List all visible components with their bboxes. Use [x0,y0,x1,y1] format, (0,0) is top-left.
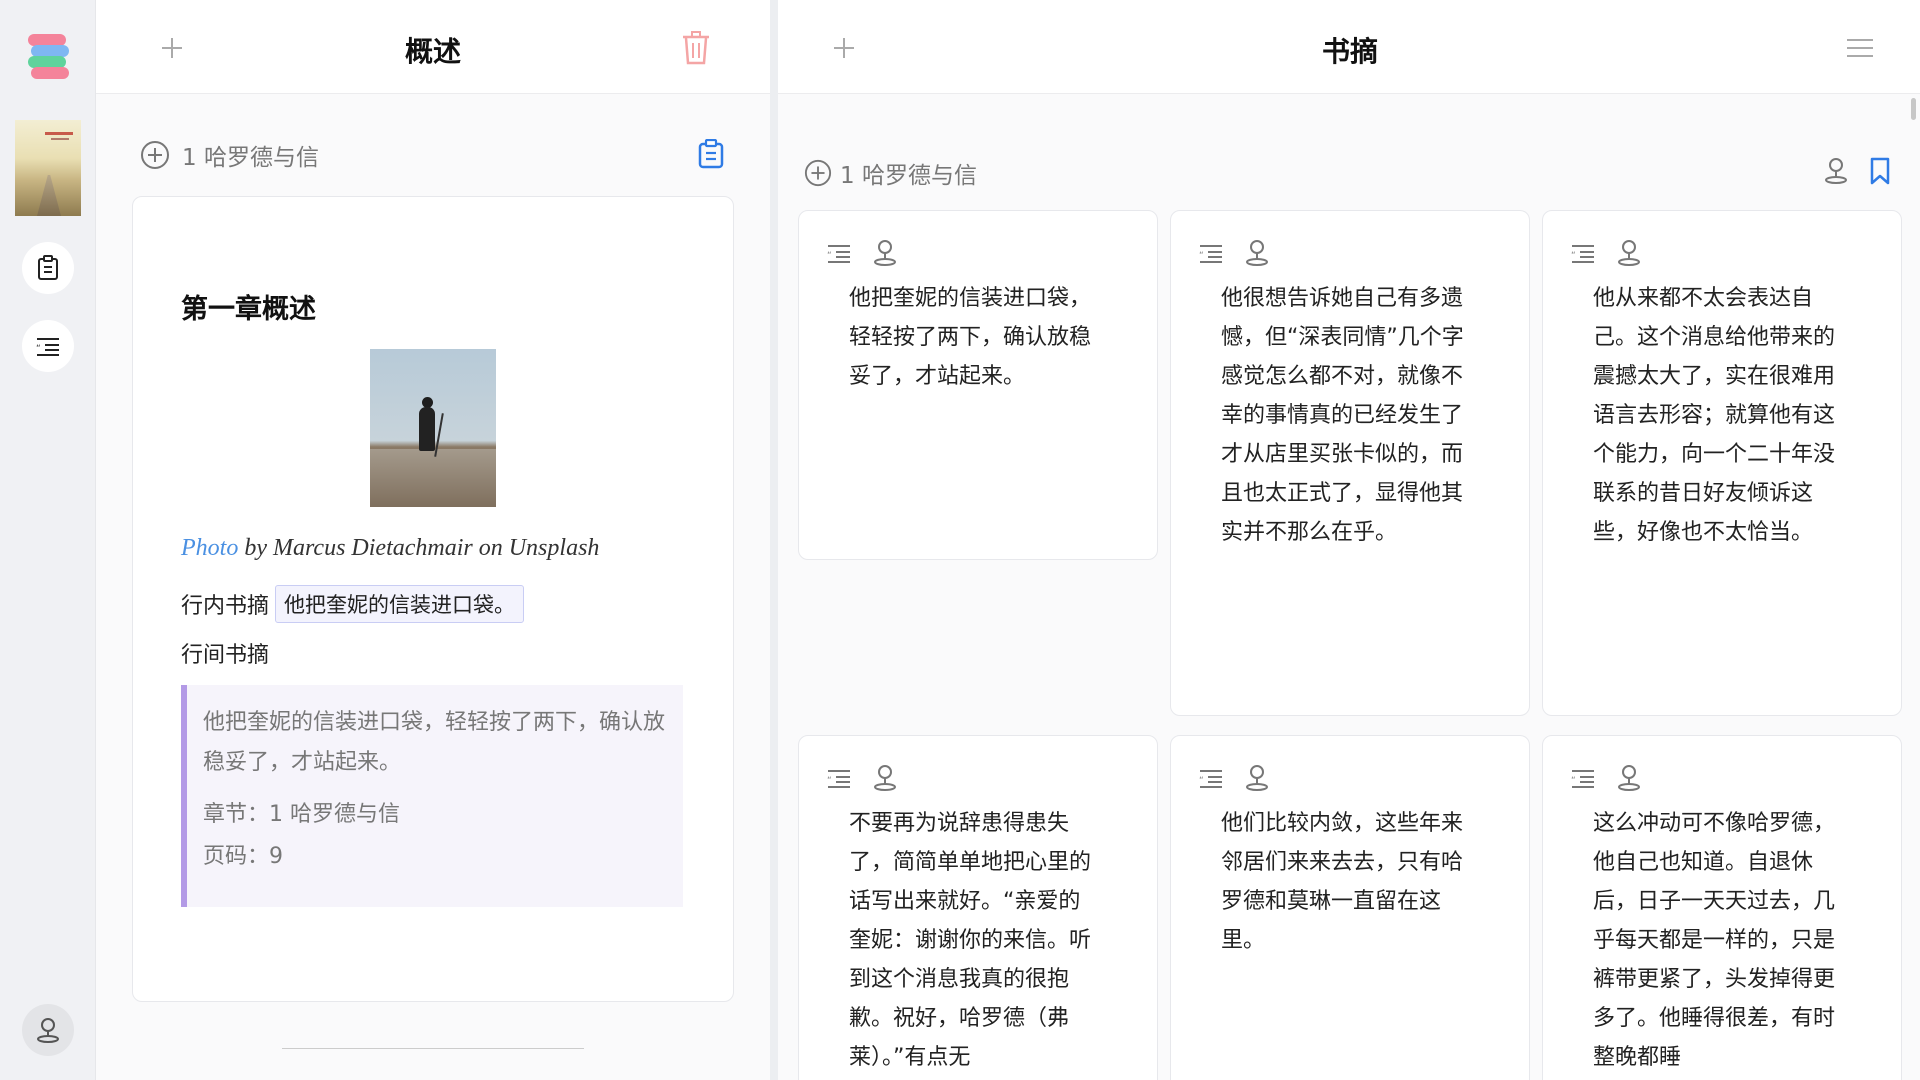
excerpts-chapter-label: 1 哈罗德与信 [840,163,977,189]
photo-credit: by Marcus Dietachmair on Unsplash [238,535,600,561]
excerpt-card[interactable]: “ 他们比较内敛，这些年来邻居们来来去去，只有哈罗德和莫琳一直留在这里。 [1170,735,1530,1080]
summary-header: 概述 [96,0,770,94]
user-icon [1825,158,1847,184]
summary-card[interactable]: 第一章概述 Photo by Marcus Dietachmair on Uns… [132,196,734,1002]
excerpts-nav-button[interactable]: “ [22,320,74,372]
app-logo[interactable] [28,34,69,86]
photo-link[interactable]: Photo [181,535,238,561]
svg-text:“: “ [827,776,832,786]
excerpts-title: 书摘 [1321,35,1378,68]
scrollbar-thumb[interactable] [1911,98,1916,120]
excerpt-card[interactable]: “ 他很想告诉她自己有多遗憾，但“深表同情”几个字感觉怎么都不对，就像不幸的事情… [1170,210,1530,716]
excerpt-card[interactable]: “ 他把奎妮的信装进口袋，轻轻按了两下，确认放稳妥了，才站起来。 [798,210,1158,560]
block-excerpt-label: 行间书摘 [181,643,270,668]
add-circle-icon[interactable] [140,140,170,170]
trash-icon [683,31,709,65]
summary-nav-button[interactable] [22,242,74,294]
block-excerpt-quote[interactable]: 他把奎妮的信装进口袋，轻轻按了两下，确认放稳妥了，才站起来。 章节：1 哈罗德与… [181,685,683,907]
user-icon[interactable] [1245,764,1269,792]
user-icon[interactable] [873,239,897,267]
chapter-user-button[interactable] [1822,156,1850,186]
block-excerpt-chapter: 章节：1 哈罗德与信 [203,802,400,827]
summary-chapter-row[interactable]: 1 哈罗德与信 [140,138,319,172]
excerpts-pane: 书摘 1 哈罗德与信 “ 他把奎妮的信装进口袋，轻轻按了两下，确认放稳妥了，才站… [778,0,1920,1080]
delete-button[interactable] [676,28,716,68]
add-excerpt-button[interactable] [826,30,862,66]
excerpts-chapter-row[interactable]: 1 哈罗德与信 [804,156,977,190]
book-cover[interactable] [15,120,81,216]
excerpt-text: 他把奎妮的信装进口袋，轻轻按了两下，确认放稳妥了，才站起来。 [849,286,1092,389]
inline-excerpt-quote[interactable]: 他把奎妮的信装进口袋。 [275,585,525,623]
user-icon [37,1018,59,1043]
summary-heading: 第一章概述 [181,294,316,325]
inline-excerpt-label: 行内书摘 [181,594,270,619]
block-excerpt-page: 页码：9 [203,844,283,869]
bookmark-icon [1870,157,1890,185]
excerpt-text: 他很想告诉她自己有多遗憾，但“深表同情”几个字感觉怎么都不对，就像不幸的事情真的… [1221,286,1464,545]
plus-icon [162,38,182,58]
user-icon[interactable] [1617,239,1641,267]
copy-summary-button[interactable] [696,138,726,170]
clipboard-icon [698,139,724,169]
svg-text:“: “ [1571,251,1576,261]
excerpt-text: 他从来都不太会表达自己。这个消息给他带来的震撼太大了，实在很难用语言去形容；就算… [1593,286,1836,545]
svg-text:“: “ [827,251,832,261]
add-summary-button[interactable] [154,30,190,66]
user-icon[interactable] [1245,239,1269,267]
excerpts-header: 书摘 [778,0,1920,94]
user-icon[interactable] [873,764,897,792]
excerpt-card[interactable]: “ 他从来都不太会表达自己。这个消息给他带来的震撼太大了，实在很难用语言去形容；… [1542,210,1902,716]
photo-caption: Photo by Marcus Dietachmair on Unsplash [181,535,599,562]
excerpt-card[interactable]: “ 不要再为说辞患得患失了，简简单单地把心里的话写出来就好。“亲爱的奎妮：谢谢你… [798,735,1158,1080]
svg-text:“: “ [1199,251,1204,261]
block-excerpt-text: 他把奎妮的信装进口袋，轻轻按了两下，确认放稳妥了，才站起来。 [203,710,666,775]
summary-chapter-label: 1 哈罗德与信 [182,145,319,171]
add-circle-icon[interactable] [804,159,832,187]
hamburger-icon [1847,39,1873,57]
quote-list-icon[interactable]: “ [827,243,851,263]
user-icon[interactable] [1617,764,1641,792]
excerpt-text: 不要再为说辞患得患失了，简简单单地把心里的话写出来就好。“亲爱的奎妮：谢谢你的来… [849,811,1092,1070]
quote-list-icon[interactable]: “ [1571,768,1595,788]
svg-text:“: “ [1571,776,1576,786]
quote-list-icon: “ [36,338,59,356]
quote-list-icon[interactable]: “ [1199,768,1223,788]
quote-list-icon[interactable]: “ [1199,243,1223,263]
quote-list-icon[interactable]: “ [1571,243,1595,263]
svg-text:“: “ [36,344,41,354]
user-avatar-button[interactable] [22,1004,74,1056]
pane-splitter[interactable] [770,0,778,1080]
clipboard-icon [38,255,58,280]
menu-button[interactable] [1842,30,1878,66]
excerpt-text: 这么冲动可不像哈罗德，他自己也知道。自退休后，日子一天天过去，几乎每天都是一样的… [1593,811,1836,1070]
excerpt-text: 他们比较内敛，这些年来邻居们来来去去，只有哈罗德和莫琳一直留在这里。 [1221,811,1464,953]
bookmark-button[interactable] [1868,156,1892,186]
summary-photo [370,349,496,507]
divider [282,1048,584,1049]
summary-title: 概述 [404,35,461,68]
summary-pane: 概述 1 哈罗德与信 第一章概述 Photo by Marcus Dietach… [96,0,770,1080]
svg-text:“: “ [1199,776,1204,786]
excerpt-card[interactable]: “ 这么冲动可不像哈罗德，他自己也知道。自退休后，日子一天天过去，几乎每天都是一… [1542,735,1902,1080]
app-sidebar: “ [0,0,96,1080]
plus-icon [834,38,854,58]
quote-list-icon[interactable]: “ [827,768,851,788]
inline-excerpt-row: 行内书摘 他把奎妮的信装进口袋。 [181,585,525,623]
